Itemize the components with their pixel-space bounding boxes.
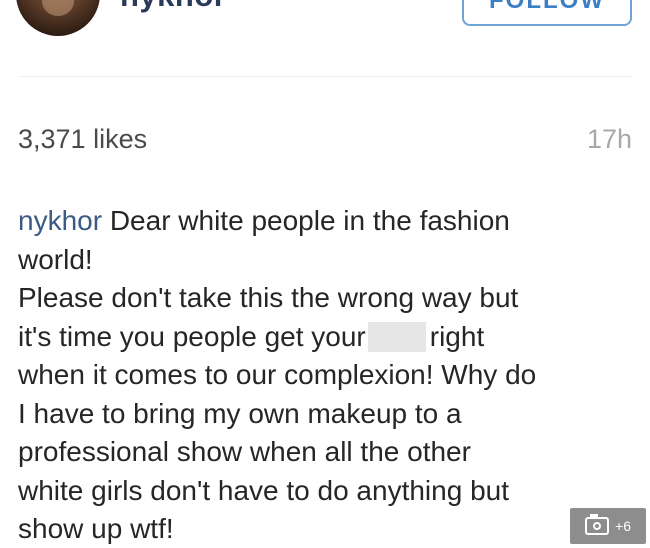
avatar-photo xyxy=(42,0,74,16)
caption-line: it's time you people get your right xyxy=(18,318,618,357)
post-caption: nykhor Dear white people in the fashion … xyxy=(18,202,618,548)
post-timestamp: 17h xyxy=(586,124,632,154)
caption-line: Please don't take this the wrong way but xyxy=(18,282,519,313)
caption-text: Dear white people in the fashion xyxy=(102,205,510,236)
caption-text: right xyxy=(429,320,485,352)
caption-line: world! xyxy=(18,243,93,275)
media-count-badge[interactable]: +6 xyxy=(570,508,646,544)
caption-author[interactable]: nykhor xyxy=(18,205,102,236)
caption-line: I have to bring my own makeup to a xyxy=(18,397,462,429)
avatar[interactable] xyxy=(16,0,100,36)
media-count: +6 xyxy=(615,518,631,534)
caption-line: nykhor Dear white people in the fashion xyxy=(18,202,618,241)
camera-icon xyxy=(585,514,610,535)
caption-line: professional show when all the other xyxy=(18,436,471,467)
post-header: nykhor FOLLOW xyxy=(0,0,650,76)
username[interactable]: nykhor xyxy=(120,0,226,14)
divider xyxy=(18,76,632,77)
caption-text: it's time you people get your xyxy=(18,320,366,352)
caption-line: when it comes to our complexion! Why do xyxy=(18,359,537,390)
caption-line: show up wtf! xyxy=(18,513,174,544)
follow-button[interactable]: FOLLOW xyxy=(462,0,632,26)
censored-word xyxy=(367,321,426,352)
caption-line: white girls don't have to do anything bu… xyxy=(18,474,509,506)
likes-count[interactable]: 3,371 likes xyxy=(18,124,147,155)
